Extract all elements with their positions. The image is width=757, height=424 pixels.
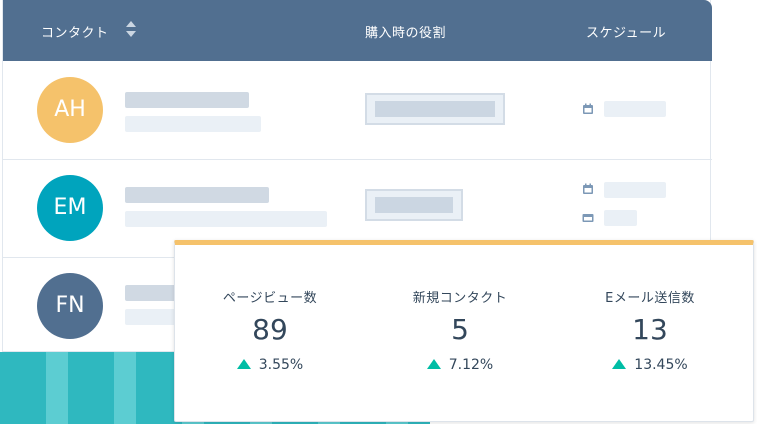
stat-delta: 3.55%	[175, 357, 365, 373]
sort-icon[interactable]	[125, 18, 137, 40]
stat-label: ページビュー数	[222, 291, 318, 306]
column-header-schedule[interactable]: スケジュール	[586, 22, 666, 41]
contact-name-placeholder	[125, 187, 269, 203]
stat-delta: 7.12%	[365, 357, 555, 373]
table-header: コンタクト 購入時の役割 スケジュール	[3, 0, 712, 61]
table-row[interactable]: AH	[3, 61, 712, 160]
stat-label: Eメール送信数	[605, 291, 695, 306]
contact-detail-placeholder	[125, 116, 261, 132]
contact-name-placeholder	[125, 92, 249, 108]
contact-detail-placeholder	[125, 211, 327, 227]
email-icon	[582, 214, 594, 222]
schedule-placeholder	[604, 210, 637, 226]
stats-card: ページビュー数 89 3.55% 新規コンタクト 5 7.12% Eメール送信数…	[174, 240, 754, 422]
column-header-contact[interactable]: コンタクト	[41, 22, 109, 41]
schedule-placeholder	[604, 101, 666, 117]
avatar: EM	[37, 175, 103, 241]
avatar: AH	[37, 77, 103, 143]
trend-up-icon	[612, 359, 627, 369]
stat-label: 新規コンタクト	[412, 291, 508, 306]
column-header-role[interactable]: 購入時の役割	[365, 22, 446, 41]
stat-value: 89	[252, 313, 288, 346]
schedule-placeholder	[604, 182, 666, 198]
role-select[interactable]	[365, 189, 463, 221]
calendar-icon	[583, 183, 593, 194]
calendar-icon	[583, 103, 593, 114]
stat-value: 5	[451, 313, 469, 346]
stat-value: 13	[632, 313, 668, 346]
trend-up-icon	[236, 359, 251, 369]
trend-up-icon	[426, 359, 441, 369]
role-select[interactable]	[365, 93, 505, 125]
stat-delta: 13.45%	[555, 357, 745, 373]
avatar: FN	[37, 273, 103, 339]
